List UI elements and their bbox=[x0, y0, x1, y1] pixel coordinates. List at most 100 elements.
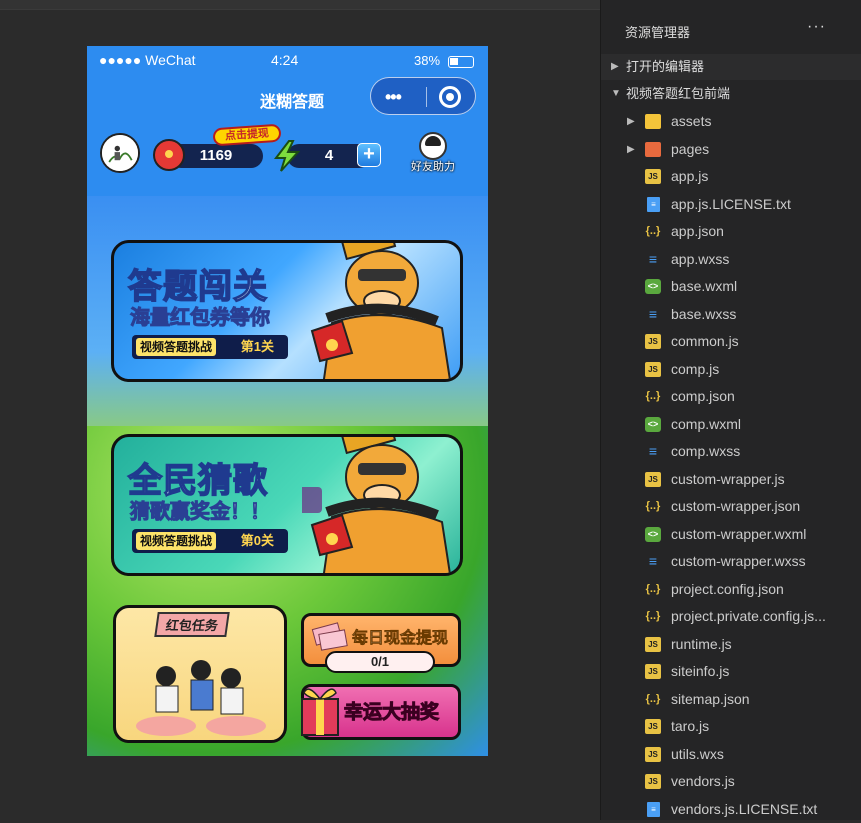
file-tree-item[interactable]: ≡ comp.wxss bbox=[601, 438, 861, 465]
more-menu-icon[interactable]: ••• bbox=[385, 87, 402, 108]
file-name: assets bbox=[671, 113, 712, 129]
file-tree-item[interactable]: JS comp.js bbox=[601, 356, 861, 383]
level-label: 第0关 bbox=[240, 533, 274, 548]
json-file-icon: {..} bbox=[645, 692, 661, 705]
file-name: vendors.js bbox=[671, 773, 735, 789]
file-tree-item[interactable]: ▶ pages bbox=[601, 136, 861, 163]
file-tree-item[interactable]: {..} app.json bbox=[601, 218, 861, 245]
file-tree-item[interactable]: ≡ custom-wrapper.wxss bbox=[601, 548, 861, 575]
cash-bundle-icon bbox=[311, 622, 348, 651]
friend-avatar-icon bbox=[419, 132, 447, 160]
section-open-editors[interactable]: ▶ 打开的编辑器 bbox=[601, 54, 861, 80]
section-label: 视频答题红包前端 bbox=[626, 86, 731, 101]
toolbar-strip bbox=[0, 0, 600, 10]
file-tree-item[interactable]: JS runtime.js bbox=[601, 631, 861, 658]
file-tree-item[interactable]: {..} project.config.json bbox=[601, 576, 861, 603]
carrier-label: ●●●●● WeChat bbox=[99, 52, 196, 68]
miniprogram-capsule: ••• bbox=[370, 77, 476, 115]
file-name: sitemap.json bbox=[671, 690, 750, 707]
friend-help-label: 好友助力 bbox=[411, 161, 455, 173]
close-miniprogram-icon[interactable] bbox=[439, 86, 461, 108]
phone-simulator: ●●●●● WeChat 4:24 38% 迷糊答题 ••• 1169 点击提现… bbox=[87, 46, 488, 756]
lucky-draw-title: 幸运大抽奖 bbox=[343, 702, 440, 724]
capsule-divider bbox=[426, 87, 427, 107]
file-tree-item[interactable]: ▶ assets bbox=[601, 108, 861, 135]
file-name: custom-wrapper.json bbox=[671, 498, 801, 514]
file-tree-item[interactable]: <> custom-wrapper.wxml bbox=[601, 521, 861, 548]
js-file-icon: JS bbox=[645, 636, 661, 652]
card-subtitle: 猜歌赢奖金！！ bbox=[130, 501, 271, 524]
friend-help-button[interactable]: 好友助力 bbox=[403, 132, 463, 174]
file-name: app.json bbox=[671, 223, 724, 239]
file-tree-item[interactable]: JS siteinfo.js bbox=[601, 658, 861, 685]
file-tree-item[interactable]: ≡ vendors.js.LICENSE.txt bbox=[601, 796, 861, 823]
file-name: project.config.json bbox=[671, 580, 784, 597]
avatar[interactable] bbox=[100, 133, 140, 173]
file-name: runtime.js bbox=[671, 635, 732, 652]
add-energy-button[interactable]: + bbox=[357, 143, 381, 167]
clock: 4:24 bbox=[271, 52, 299, 68]
battery-percent: 38% bbox=[414, 53, 441, 68]
chevron-right-icon: ▶ bbox=[627, 143, 635, 155]
file-tree-item[interactable]: ≡ base.wxss bbox=[601, 301, 861, 328]
file-name: comp.wxss bbox=[671, 443, 741, 459]
guess-song-card[interactable]: 全民猜歌 猜歌赢奖金！！ 视频答题挑战 第0关 bbox=[111, 434, 463, 576]
daily-cash-title: 每日现金提现 bbox=[352, 630, 449, 648]
chevron-right-icon: ▶ bbox=[627, 116, 635, 127]
json-file-icon: {..} bbox=[645, 390, 661, 402]
txt-file-icon: ≡ bbox=[647, 801, 660, 817]
file-name: taro.js bbox=[671, 718, 710, 734]
file-tree-item[interactable]: {..} custom-wrapper.json bbox=[601, 493, 861, 520]
withdraw-tip-badge[interactable]: 点击提现 bbox=[212, 123, 282, 147]
file-tree-item[interactable]: JS taro.js bbox=[601, 713, 861, 740]
file-name: comp.js bbox=[671, 360, 720, 377]
wxml-file-icon: <> bbox=[645, 526, 661, 542]
file-name: common.js bbox=[671, 333, 739, 349]
js-file-icon: JS bbox=[645, 719, 661, 734]
js-file-icon: JS bbox=[645, 471, 661, 487]
file-tree-item[interactable]: ≡ app.wxss bbox=[601, 246, 861, 273]
file-name: base.wxml bbox=[671, 278, 738, 294]
file-tree-item[interactable]: JS utils.wxs bbox=[601, 741, 861, 768]
file-tree-item[interactable]: JS vendors.js bbox=[601, 768, 861, 795]
file-name: siteinfo.js bbox=[671, 663, 730, 679]
json-file-icon: {..} bbox=[645, 225, 661, 237]
file-tree-item[interactable]: ≡ app.js.LICENSE.txt bbox=[601, 191, 861, 218]
lucky-draw-button[interactable]: 幸运大抽奖 bbox=[301, 684, 461, 740]
more-actions-icon[interactable]: ··· bbox=[807, 18, 826, 36]
file-tree-item[interactable]: <> base.wxml bbox=[601, 273, 861, 300]
card-level-tag: 视频答题挑战 第0关 bbox=[132, 529, 288, 553]
wxml-file-icon: <> bbox=[645, 416, 661, 432]
file-tree-item[interactable]: {..} project.private.config.js... bbox=[601, 603, 861, 630]
red-packet-task-card[interactable]: 红包任务 bbox=[113, 605, 287, 743]
red-packet-task-title: 红包任务 bbox=[154, 612, 230, 637]
js-file-icon: JS bbox=[645, 664, 661, 679]
file-name: app.js.LICENSE.txt bbox=[671, 195, 791, 212]
cow-mascot-icon bbox=[310, 243, 451, 379]
status-bar: ●●●●● WeChat 4:24 38% bbox=[87, 46, 488, 76]
file-tree-item[interactable]: {..} comp.json bbox=[601, 383, 861, 410]
wxss-file-icon: ≡ bbox=[648, 553, 658, 569]
file-tree-item[interactable]: {..} sitemap.json bbox=[601, 686, 861, 713]
json-file-icon: {..} bbox=[645, 500, 661, 512]
file-name: comp.wxml bbox=[671, 415, 742, 432]
js-file-icon: JS bbox=[645, 334, 661, 349]
file-tree-item[interactable]: JS app.js bbox=[601, 163, 861, 190]
file-name: pages bbox=[671, 140, 710, 157]
chevron-down-icon: ▼ bbox=[611, 88, 621, 99]
file-name: utils.wxs bbox=[671, 745, 724, 762]
json-file-icon: {..} bbox=[645, 582, 661, 595]
explorer-panel: 资源管理器 ··· ▶ 打开的编辑器 ▼ 视频答题红包前端 ▶ assets ▶ pa… bbox=[600, 0, 861, 820]
file-tree-item[interactable]: JS common.js bbox=[601, 328, 861, 355]
file-tree-item[interactable]: JS custom-wrapper.js bbox=[601, 466, 861, 493]
battery-icon bbox=[447, 55, 474, 68]
file-name: comp.json bbox=[671, 388, 735, 404]
card-level-tag: 视频答题挑战 第1关 bbox=[132, 335, 288, 359]
js-file-icon: JS bbox=[645, 746, 661, 762]
file-name: project.private.config.js... bbox=[671, 608, 826, 624]
file-tree-item[interactable]: <> comp.wxml bbox=[601, 411, 861, 438]
section-project-root[interactable]: ▼ 视频答题红包前端 bbox=[601, 81, 861, 107]
lightning-icon bbox=[273, 140, 301, 172]
file-name: app.wxss bbox=[671, 250, 730, 267]
quiz-challenge-card[interactable]: 答题闯关 海量红包券等你 视频答题挑战 第1关 bbox=[111, 240, 463, 382]
